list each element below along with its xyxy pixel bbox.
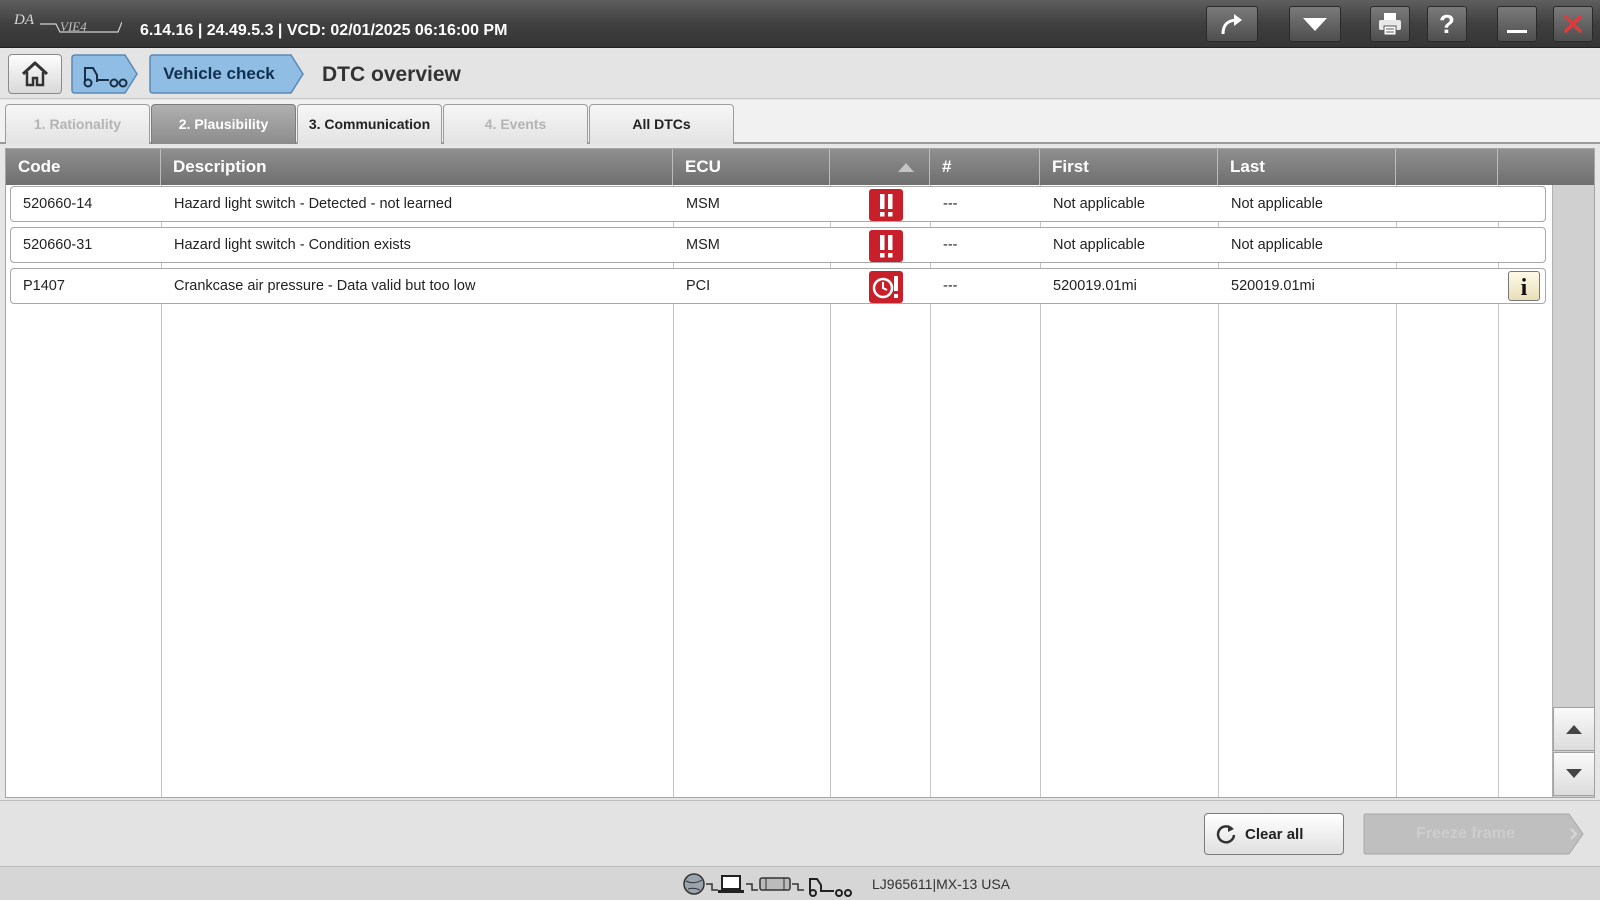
breadcrumb: Vehicle check DTC overview xyxy=(0,49,1600,99)
tab-plausibility[interactable]: 2. Plausibility xyxy=(151,104,296,144)
laptop-icon xyxy=(718,875,744,893)
svg-text:?: ? xyxy=(1439,10,1455,38)
table-row[interactable]: P1407 Crankcase air pressure - Data vali… xyxy=(10,268,1546,304)
warning-exclamation-icon xyxy=(869,189,903,221)
table-row[interactable]: 520660-14 Hazard light switch - Detected… xyxy=(10,186,1546,222)
home-icon xyxy=(21,61,49,87)
share-arrow-icon xyxy=(1221,14,1242,35)
dtc-ecu: MSM xyxy=(686,237,720,253)
scroll-down-button[interactable] xyxy=(1553,752,1595,796)
column-header-code[interactable]: Code xyxy=(6,149,161,185)
globe-icon xyxy=(683,873,705,895)
svg-text:VIE4: VIE4 xyxy=(60,19,87,34)
action-bar: Clear all Freeze frame xyxy=(0,800,1600,866)
vci-device-icon xyxy=(759,877,791,891)
clear-all-label: Clear all xyxy=(1245,825,1304,843)
warning-exclamation-icon xyxy=(869,230,903,262)
dtc-count: --- xyxy=(943,278,958,294)
minimize-button[interactable] xyxy=(1497,6,1537,42)
chevron-up-icon xyxy=(1566,725,1582,734)
tab-bar: 1. Rationality 2. Plausibility 3. Commun… xyxy=(0,100,1600,144)
svg-text:DA: DA xyxy=(14,12,35,28)
chevron-down-icon xyxy=(1566,769,1582,778)
vertical-scrollbar[interactable] xyxy=(1552,185,1595,797)
dropdown-arrow-icon xyxy=(1303,18,1327,31)
clear-all-button[interactable]: Clear all xyxy=(1204,813,1344,855)
help-button[interactable]: ? xyxy=(1427,6,1467,42)
column-header-ecu[interactable]: ECU xyxy=(673,149,830,185)
dtc-ecu: MSM xyxy=(686,196,720,212)
share-button[interactable] xyxy=(1206,6,1258,42)
tab-all-dtcs[interactable]: All DTCs xyxy=(589,104,734,144)
dtc-count: --- xyxy=(943,237,958,253)
refresh-icon xyxy=(1216,825,1236,844)
vehicle-check-button[interactable]: Vehicle check xyxy=(149,54,305,94)
home-button[interactable] xyxy=(8,54,62,94)
print-button[interactable] xyxy=(1370,6,1410,42)
vehicle-id: LJ965611|MX-13 USA xyxy=(872,876,1011,892)
column-header-last[interactable]: Last xyxy=(1218,149,1396,185)
dtc-first: Not applicable xyxy=(1053,237,1145,253)
column-header-extra xyxy=(1396,149,1498,185)
dtc-count: --- xyxy=(943,196,958,212)
dtc-last: 520019.01mi xyxy=(1231,278,1315,294)
close-icon xyxy=(1564,15,1582,33)
minimize-icon xyxy=(1507,30,1527,33)
dtc-code: 520660-14 xyxy=(23,196,93,212)
table-row[interactable]: 520660-31 Hazard light switch - Conditio… xyxy=(10,227,1546,263)
column-header-first[interactable]: First xyxy=(1040,149,1218,185)
davie-app-window: DA VIE4 6.14.16 | 24.49.5.3 | VCD: 02/01… xyxy=(0,0,1600,900)
tab-communication[interactable]: 3. Communication xyxy=(297,104,442,144)
dtc-first: Not applicable xyxy=(1053,196,1145,212)
table-header: Code Description ECU # First Last xyxy=(6,149,1594,185)
truck-icon xyxy=(809,878,852,897)
info-icon: i xyxy=(1521,275,1528,298)
version-info: 6.14.16 | 24.49.5.3 | VCD: 02/01/2025 06… xyxy=(140,22,508,39)
dtc-description: Hazard light switch - Condition exists xyxy=(174,237,411,253)
column-header-info xyxy=(1498,149,1594,185)
dtc-code: 520660-31 xyxy=(23,237,93,253)
dtc-ecu: PCI xyxy=(686,278,711,294)
svg-text:i: i xyxy=(1521,275,1528,298)
connection-status-icons xyxy=(683,873,852,897)
dtc-last: Not applicable xyxy=(1231,196,1323,212)
clock-warning-icon xyxy=(869,271,903,303)
dropdown-button[interactable] xyxy=(1289,6,1341,42)
page-title: DTC overview xyxy=(322,63,461,86)
dtc-description: Hazard light switch - Detected - not lea… xyxy=(174,196,453,212)
column-header-severity[interactable] xyxy=(830,149,930,185)
tab-rationality[interactable]: 1. Rationality xyxy=(5,104,150,144)
dtc-first: 520019.01mi xyxy=(1053,278,1137,294)
printer-icon xyxy=(1379,13,1401,36)
freeze-frame-label: Freeze frame xyxy=(1416,825,1515,842)
freeze-frame-button[interactable]: Freeze frame xyxy=(1363,813,1585,855)
dtc-code: P1407 xyxy=(23,278,65,294)
tab-events[interactable]: 4. Events xyxy=(443,104,588,144)
sort-ascending-icon xyxy=(898,163,914,172)
dtc-table: Code Description ECU # First Last 520660… xyxy=(5,148,1595,798)
column-header-count[interactable]: # xyxy=(930,149,1040,185)
vehicle-button[interactable] xyxy=(71,54,139,94)
close-button[interactable] xyxy=(1553,6,1593,42)
help-icon: ? xyxy=(1439,10,1455,38)
dtc-last: Not applicable xyxy=(1231,237,1323,253)
scroll-up-button[interactable] xyxy=(1553,707,1595,751)
column-header-description[interactable]: Description xyxy=(161,149,673,185)
info-button[interactable]: i xyxy=(1508,271,1540,301)
status-bar: LJ965611|MX-13 USA xyxy=(0,866,1600,900)
vehicle-check-label: Vehicle check xyxy=(163,64,275,83)
dtc-description: Crankcase air pressure - Data valid but … xyxy=(174,278,476,294)
davie-logo: DA VIE4 xyxy=(14,12,122,34)
title-bar: DA VIE4 6.14.16 | 24.49.5.3 | VCD: 02/01… xyxy=(0,0,1600,48)
